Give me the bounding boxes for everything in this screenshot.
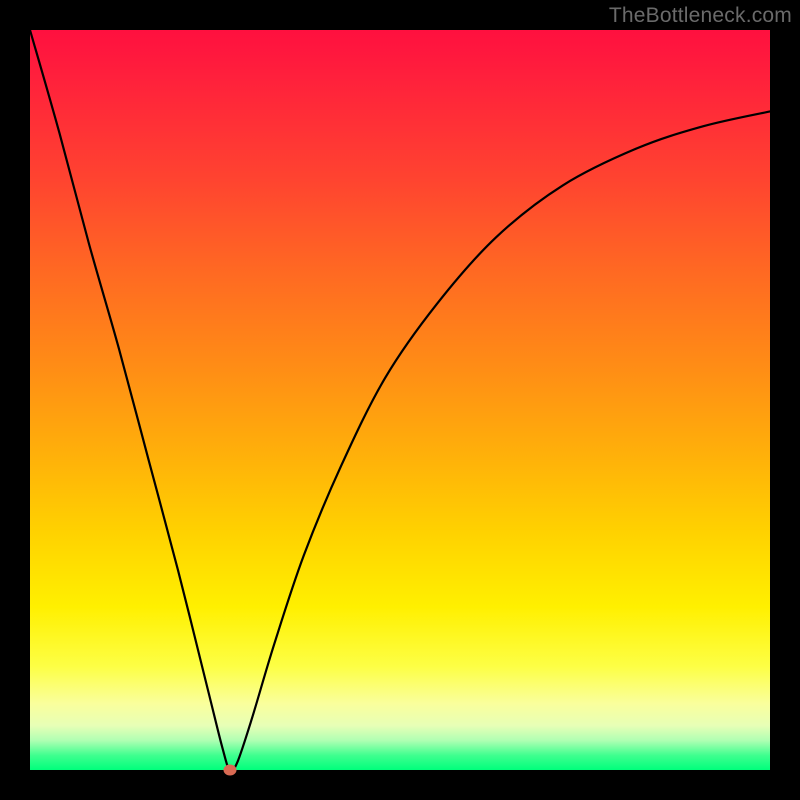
minimum-marker (223, 765, 236, 776)
watermark-text: TheBottleneck.com (609, 4, 792, 28)
chart-frame: TheBottleneck.com (0, 0, 800, 800)
plot-area (30, 30, 770, 770)
bottleneck-curve (30, 30, 770, 770)
